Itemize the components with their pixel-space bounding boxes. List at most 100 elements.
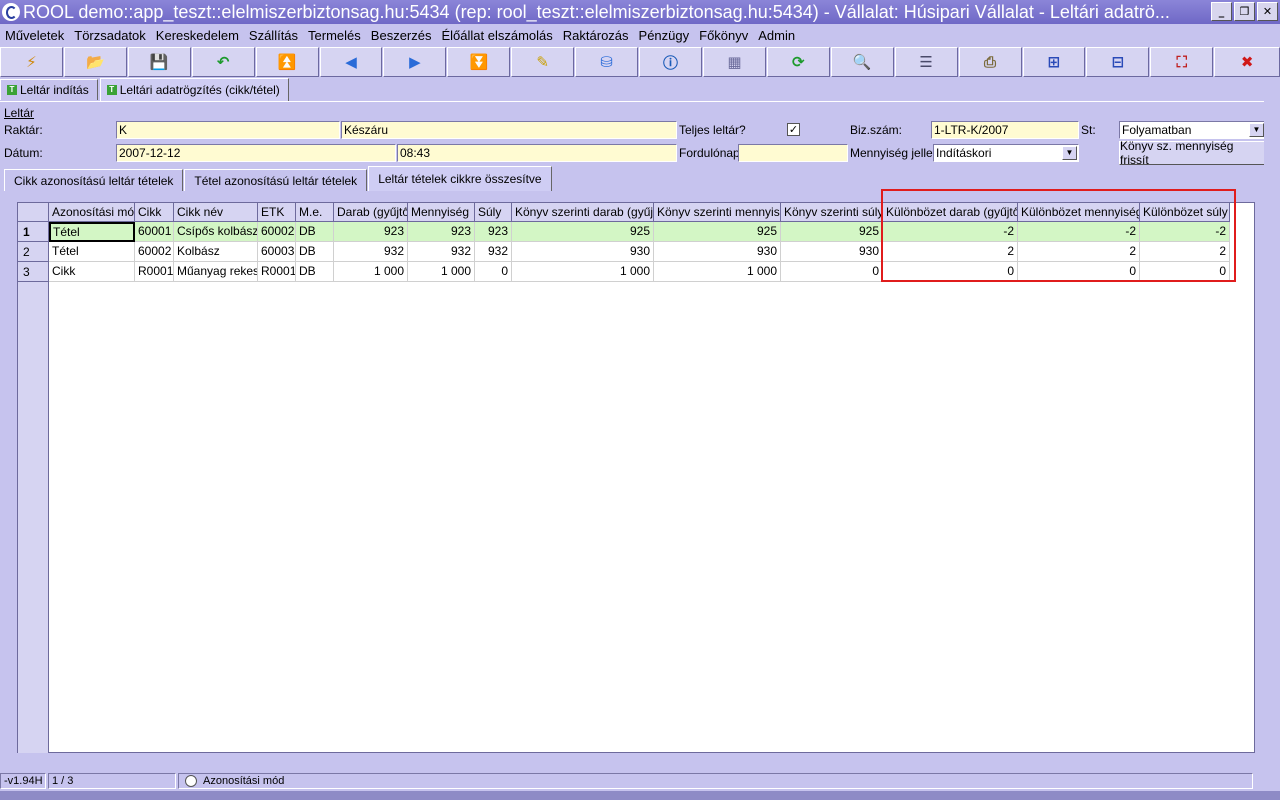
next-record-button[interactable]: ▶ [383, 47, 447, 77]
undo-button[interactable]: ↶ [191, 47, 255, 77]
menu-beszerzes[interactable]: Beszerzés [371, 28, 432, 43]
table-cell[interactable]: 930 [654, 242, 781, 262]
column-header[interactable]: M.e. [296, 203, 334, 222]
menu-termeles[interactable]: Termelés [308, 28, 361, 43]
exit-button[interactable]: ✖ [1214, 47, 1280, 77]
table-cell[interactable]: -2 [1140, 222, 1230, 242]
ido-field[interactable]: 08:43 [397, 144, 677, 162]
search-button[interactable]: 🔍 [830, 47, 894, 77]
table-cell[interactable]: R0001 [135, 262, 174, 282]
raktar-name-field[interactable]: Készáru [341, 121, 677, 139]
table-cell[interactable]: 0 [883, 262, 1018, 282]
table-cell[interactable]: Cikk [49, 262, 135, 282]
row-number[interactable]: 2 [18, 242, 48, 262]
restore-button[interactable]: ❐ [1234, 2, 1255, 21]
raktar-code-field[interactable]: K [116, 121, 340, 139]
table-cell[interactable]: 932 [475, 242, 512, 262]
menu-admin[interactable]: Admin [758, 28, 795, 43]
table-cell[interactable]: DB [296, 222, 334, 242]
column-header[interactable]: Könyv szerinti mennyiség [654, 203, 781, 222]
search-mode-radio[interactable] [185, 775, 197, 787]
column-header[interactable]: Különbözet súly [1140, 203, 1230, 222]
lightning-button[interactable]: ⚡ [0, 47, 63, 77]
list-view-button[interactable]: ☰ [894, 47, 958, 77]
table-cell[interactable]: 932 [334, 242, 408, 262]
open-folder-button[interactable]: 📂 [63, 47, 127, 77]
table-cell[interactable]: 930 [512, 242, 654, 262]
column-header[interactable]: Súly [475, 203, 512, 222]
menu-kereskedelem[interactable]: Kereskedelem [156, 28, 239, 43]
fordulonap-field[interactable] [738, 144, 848, 162]
menu-fokonyv[interactable]: Főkönyv [699, 28, 748, 43]
minimize-button[interactable]: _ [1211, 2, 1232, 21]
close-window-button[interactable]: ✕ [1257, 2, 1278, 21]
table-cell[interactable]: 932 [408, 242, 475, 262]
menu-raktarozas[interactable]: Raktározás [563, 28, 629, 43]
table-row[interactable]: Tétel 60001 Csípős kolbász 60002 DB 923 923 923… [49, 222, 1230, 242]
tab-leltari-adatrogzites[interactable]: T Leltári adatrögzítés (cikk/tétel) [99, 78, 289, 101]
table-cell[interactable]: 2 [1140, 242, 1230, 262]
mennyiseg-jelleg-select[interactable]: Indításkori ▼ [933, 144, 1079, 162]
column-header[interactable]: ETK [258, 203, 296, 222]
database-button[interactable]: ⛁ [575, 47, 639, 77]
tab-cikkre-osszesitve[interactable]: Leltár tételek cikkre összesítve [368, 166, 552, 191]
menu-szallitas[interactable]: Szállítás [249, 28, 298, 43]
column-header[interactable]: Könyv szerinti súly [781, 203, 883, 222]
table-cell[interactable]: Tétel [49, 222, 135, 242]
table-row[interactable]: Tétel 60002 Kolbász 60003 DB 932 932 932 930 930 9… [49, 242, 1230, 262]
table-cell[interactable]: 925 [781, 222, 883, 242]
datum-field[interactable]: 2007-12-12 [116, 144, 396, 162]
bizszam-field[interactable]: 1-LTR-K/2007 [931, 121, 1079, 139]
column-header[interactable]: Cikk név [174, 203, 258, 222]
column-header[interactable]: Különbözet mennyiség [1018, 203, 1140, 222]
table-cell[interactable]: -2 [883, 222, 1018, 242]
table-cell[interactable]: 60002 [135, 242, 174, 262]
save-button[interactable]: 💾 [127, 47, 191, 77]
column-header[interactable]: Mennyiség [408, 203, 475, 222]
teljes-leltar-checkbox[interactable]: ✓ [787, 123, 800, 136]
column-header[interactable]: Darab (gyűjtő) [334, 203, 408, 222]
table-cell[interactable]: 1 000 [408, 262, 475, 282]
table-cell[interactable]: 1 000 [512, 262, 654, 282]
print-button[interactable]: ⎙ [958, 47, 1022, 77]
column-header[interactable]: Könyv szerinti darab (gyűjtő) [512, 203, 654, 222]
table-cell[interactable]: R0001 [258, 262, 296, 282]
table-cell[interactable]: 2 [883, 242, 1018, 262]
table-cell[interactable]: 2 [1018, 242, 1140, 262]
table-cell[interactable]: 0 [1018, 262, 1140, 282]
table-cell[interactable]: DB [296, 262, 334, 282]
column-header[interactable]: Azonosítási mód [49, 203, 135, 222]
grid-import-button[interactable]: ⊟ [1086, 47, 1150, 77]
previous-record-button[interactable]: ◀ [319, 47, 383, 77]
table-cell[interactable]: Kolbász [174, 242, 258, 262]
tab-tetel-azonositasu[interactable]: Tétel azonosítású leltár tételek [184, 169, 368, 191]
status-select[interactable]: Folyamatban ▼ [1119, 121, 1266, 139]
table-cell[interactable]: 0 [1140, 262, 1230, 282]
table-cell[interactable]: 60003 [258, 242, 296, 262]
info-button[interactable]: ⓘ [639, 47, 702, 77]
table-cell[interactable]: 925 [654, 222, 781, 242]
first-record-button[interactable]: ⏫ [255, 47, 319, 77]
edit-button[interactable]: ✎ [511, 47, 575, 77]
table-cell[interactable]: 923 [334, 222, 408, 242]
row-number[interactable]: 3 [18, 262, 48, 282]
menu-muveletek[interactable]: Műveletek [5, 28, 64, 43]
table-cell[interactable]: Tétel [49, 242, 135, 262]
table-cell[interactable]: Csípős kolbász [174, 222, 258, 242]
table-cell[interactable]: Műanyag rekesz [174, 262, 258, 282]
table-cell[interactable]: 925 [512, 222, 654, 242]
tab-cikk-azonositasu[interactable]: Cikk azonosítású leltár tételek [4, 169, 184, 191]
chevron-down-icon[interactable]: ▼ [1062, 146, 1077, 160]
table-cell[interactable]: 923 [408, 222, 475, 242]
table-cell[interactable]: 923 [475, 222, 512, 242]
last-record-button[interactable]: ⏬ [447, 47, 511, 77]
table-cell[interactable]: 1 000 [654, 262, 781, 282]
grid-export-button[interactable]: ⊞ [1022, 47, 1086, 77]
table-cell[interactable]: 60002 [258, 222, 296, 242]
table-cell[interactable]: 60001 [135, 222, 174, 242]
row-number[interactable]: 1 [18, 222, 48, 242]
table-cell[interactable]: 1 000 [334, 262, 408, 282]
table-cell[interactable]: DB [296, 242, 334, 262]
table-cell[interactable]: 930 [781, 242, 883, 262]
table-row[interactable]: Cikk R0001 Műanyag rekesz R0001 DB 1 000 1 000… [49, 262, 1230, 282]
